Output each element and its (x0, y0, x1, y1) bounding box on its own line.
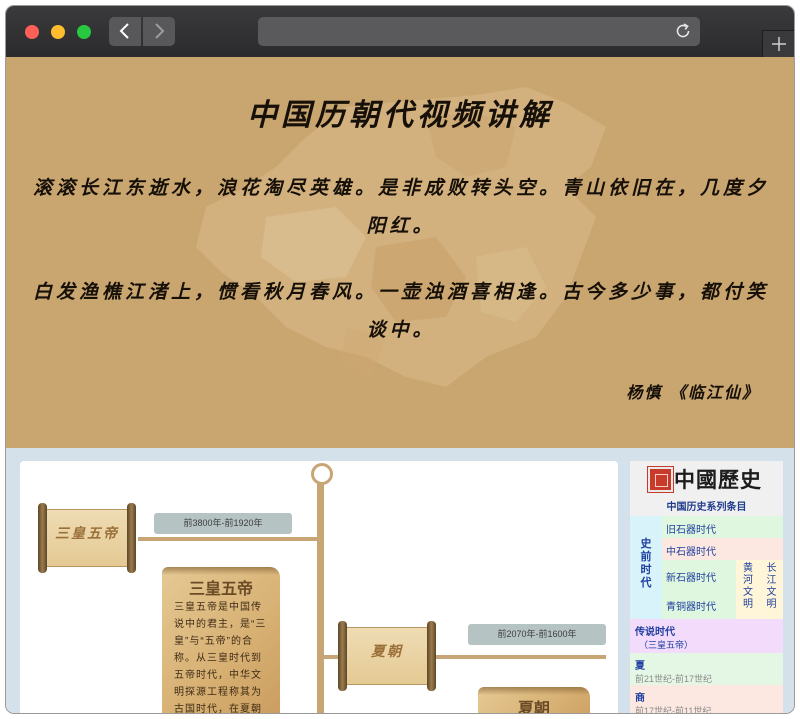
history-card-sanhuang-wudi[interactable]: 三皇五帝 三皇五帝是中国传说中的君主，是“三皇”与“五帝”的合称。从三皇时代到五… (162, 567, 280, 713)
timeline-top-knob (311, 463, 333, 485)
page-title: 中国历朝代视频讲解 (247, 98, 553, 133)
address-bar[interactable] (258, 17, 700, 46)
browser-titlebar (6, 6, 794, 57)
yangtze-civilization-link[interactable]: 长江文明 (760, 560, 783, 619)
back-button[interactable] (109, 17, 141, 46)
date-label: 前3800年-前1920年 (154, 513, 292, 534)
card-description: 三皇五帝是中国传说中的君主，是“三皇”与“五帝”的合称。从三皇时代到五帝时代，中… (174, 602, 267, 713)
history-navbox: 中國歷史 中国历史系列条目 史前时代 旧石器时代 中石器时代 新石器时代 青铜器… (630, 461, 783, 713)
scroll-xia[interactable]: 夏朝 (338, 621, 436, 691)
scroll-label: 三皇五帝 (55, 526, 119, 542)
navbox-logo: 中國歷史 (674, 467, 762, 492)
chevron-right-icon (155, 23, 165, 39)
scroll-sanhuang-wudi[interactable]: 三皇五帝 (38, 503, 136, 573)
browser-window: 中国历朝代视频讲解 滚滚长江东逝水，浪花淘尽英雄。是非成败转头空。青山依旧在，几… (6, 6, 794, 713)
timeline-connector (138, 537, 318, 541)
reload-icon[interactable] (674, 22, 692, 40)
navbox-item[interactable]: 旧石器时代 (662, 516, 783, 538)
seal-icon (647, 466, 674, 493)
history-card-xia[interactable]: 夏朝 (478, 687, 590, 713)
maximize-window-button[interactable] (77, 25, 91, 39)
scroll-rod (127, 503, 136, 573)
date-label: 前2070年-前1600年 (468, 624, 606, 645)
legend-era-subtitle: （三皇五帝） (639, 640, 694, 650)
yellow-river-text: 黄河文明 (743, 563, 753, 610)
shang-dates: 前17世纪-前11世纪 (635, 706, 712, 713)
minimize-window-button[interactable] (51, 25, 65, 39)
poem-line-2: 白发渔樵江渚上，惯看秋月春风。一壶浊酒喜相逢。古今多少事，都付笑谈中。 (32, 281, 769, 341)
yangtze-text: 长江文明 (766, 563, 777, 610)
timeline-panel: 前3800年-前1920年 三皇五帝 三皇五帝 三皇五帝是中国传说中的君主，是“… (20, 461, 618, 713)
navbox-item-legend-era[interactable]: 传说时代 （三皇五帝） (630, 619, 783, 653)
scroll-label: 夏朝 (371, 644, 403, 660)
shang-title: 商 (635, 693, 645, 704)
plus-icon (771, 37, 786, 51)
card-title: 三皇五帝 (188, 581, 253, 598)
main-content: 前3800年-前1920年 三皇五帝 三皇五帝 三皇五帝是中国传说中的君主，是“… (6, 448, 794, 713)
scroll-rod (427, 621, 436, 691)
forward-button[interactable] (143, 17, 175, 46)
poem-line-1: 滚滚长江东逝水，浪花淘尽英雄。是非成败转头空。青山依旧在，几度夕阳红。 (32, 177, 769, 237)
navbox-item-shang[interactable]: 商 前17世纪-前11世纪 (630, 685, 783, 713)
navbox-item-xia[interactable]: 夏 前21世纪-前17世纪 (630, 653, 783, 685)
navbox-item[interactable]: 青铜器时代 (662, 590, 736, 619)
xia-title: 夏 (635, 661, 645, 672)
close-window-button[interactable] (25, 25, 39, 39)
navbox-subtitle[interactable]: 中国历史系列条目 (630, 498, 783, 513)
prehistoric-era-label[interactable]: 史前时代 (630, 516, 662, 619)
navbox-header: 中國歷史 中国历史系列条目 (630, 461, 783, 516)
navbox-item[interactable]: 新石器时代 (662, 560, 736, 590)
yellow-river-civilization-link[interactable]: 黄河文明 (736, 560, 760, 619)
card-title: 夏朝 (517, 701, 550, 713)
timeline-axis (317, 483, 324, 713)
prehistoric-era-text: 史前时代 (640, 538, 652, 589)
xia-dates: 前21世纪-前17世纪 (635, 674, 713, 684)
hero-banner: 中国历朝代视频讲解 滚滚长江东逝水，浪花淘尽英雄。是非成败转头空。青山依旧在，几… (6, 57, 794, 448)
chevron-left-icon (119, 23, 129, 39)
new-tab-button[interactable] (762, 30, 794, 57)
navbox-item[interactable]: 中石器时代 (662, 538, 783, 560)
poem-signature: 杨慎 《临江仙》 (626, 383, 760, 402)
legend-era-title: 传说时代 (635, 627, 675, 638)
